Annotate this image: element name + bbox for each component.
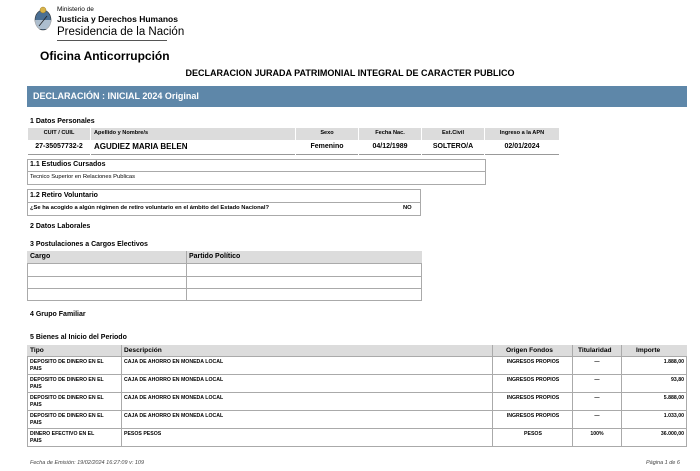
declaration-banner-text: DECLARACIÓN : INICIAL 2024 Original xyxy=(33,91,199,101)
asset-row-1-tipo-cont: PAIS xyxy=(30,366,42,372)
asset-row-5-origen: PESOS xyxy=(524,431,542,437)
studies-value: Tecnico Superior en Relaciones Publicas xyxy=(30,174,136,180)
asset-row-1-importe: 1.888,00 xyxy=(663,359,684,365)
studies-divider xyxy=(27,171,486,172)
asset-row-2-tipo: DEPOSITO DE DINERO EN EL xyxy=(30,377,104,383)
candidacies-col-cargo: Cargo xyxy=(30,253,51,260)
retirement-divider xyxy=(27,202,421,203)
header-name: Apellido y Nombre/s xyxy=(91,128,295,140)
asset-row-4-tipo: DEPOSITO DE DINERO EN EL xyxy=(30,413,104,419)
assets-row-line xyxy=(27,392,687,393)
asset-row-4-origen: INGRESOS PROPIOS xyxy=(506,413,560,419)
footer-emission: Fecha de Emisión: 19/02/2024 16:27:09 v:… xyxy=(30,460,145,466)
header-civil: Est.Civil xyxy=(422,128,484,140)
candidacies-col-partido: Partido Político xyxy=(189,253,241,260)
document-title: DECLARACION JURADA PATRIMONIAL INTEGRAL … xyxy=(185,68,515,78)
value-civil: SOLTERO/A xyxy=(422,140,484,155)
section-personal-title: 1 Datos Personales xyxy=(30,118,95,125)
asset-row-5-titularidad: 100% xyxy=(590,431,604,437)
asset-row-3-descripcion: CAJA DE AHORRO EN MONEDA LOCAL xyxy=(124,395,224,401)
ministry-rule xyxy=(57,40,167,41)
assets-col-importe: Importe xyxy=(636,347,661,354)
retirement-title: 1.2 Retiro Voluntario xyxy=(30,192,98,199)
asset-row-2-titularidad: — xyxy=(594,377,600,383)
office-name: Oficina Anticorrupción xyxy=(40,49,170,63)
header-sex: Sexo xyxy=(296,128,358,140)
header-apn: Ingreso a la APN xyxy=(485,128,559,140)
candidacies-title: 3 Postulaciones a Cargos Electivos xyxy=(30,241,148,248)
asset-row-4-tipo-cont: PAIS xyxy=(30,420,42,426)
asset-row-1-titularidad: — xyxy=(594,359,600,365)
value-birth: 04/12/1989 xyxy=(359,140,421,155)
asset-row-4-titularidad: — xyxy=(594,413,600,419)
assets-col-origen: Origen Fondos xyxy=(506,347,553,354)
value-cuit: 27-35057732-2 xyxy=(28,140,90,155)
ministry-line1: Ministerio de xyxy=(57,6,94,13)
national-emblem-icon xyxy=(34,6,52,31)
asset-row-2-descripcion: CAJA DE AHORRO EN MONEDA LOCAL xyxy=(124,377,224,383)
asset-row-2-importe: 93,80 xyxy=(671,377,684,383)
value-name: AGUDIEZ MARIA BELEN xyxy=(91,140,295,155)
assets-title: 5 Bienes al Inicio del Periodo xyxy=(30,334,127,341)
assets-col-line xyxy=(492,345,493,447)
footer-page: Página 1 de 6 xyxy=(646,460,680,466)
value-apn: 02/01/2024 xyxy=(485,140,559,155)
assets-col-titularidad: Titularidad xyxy=(578,347,612,354)
candidacies-col-line xyxy=(186,251,187,301)
asset-row-2-tipo-cont: PAIS xyxy=(30,384,42,390)
asset-row-3-tipo-cont: PAIS xyxy=(30,402,42,408)
value-sex: Femenino xyxy=(296,140,358,155)
retirement-answer: NO xyxy=(403,205,412,211)
asset-row-1-origen: INGRESOS PROPIOS xyxy=(506,359,560,365)
asset-row-3-origen: INGRESOS PROPIOS xyxy=(506,395,560,401)
assets-row-line xyxy=(27,428,687,429)
asset-row-3-tipo: DEPOSITO DE DINERO EN EL xyxy=(30,395,104,401)
asset-row-4-importe: 1.033,00 xyxy=(663,413,684,419)
studies-title: 1.1 Estudios Cursados xyxy=(30,161,106,168)
retirement-question: ¿Se ha acogido a algún régimen de retiro… xyxy=(30,205,270,211)
header-cuit: CUIT / CUIL xyxy=(28,128,90,140)
asset-row-1-tipo: DEPOSITO DE DINERO EN EL xyxy=(30,359,104,365)
candidacies-row-line xyxy=(27,288,422,289)
labor-title: 2 Datos Laborales xyxy=(30,223,91,230)
asset-row-5-descripcion: PESOS PESOS xyxy=(124,431,162,437)
assets-col-line xyxy=(121,345,122,447)
asset-row-5-importe: 36.000,00 xyxy=(660,431,684,437)
asset-row-1-descripcion: CAJA DE AHORRO EN MONEDA LOCAL xyxy=(124,359,224,365)
candidacies-body xyxy=(27,263,422,301)
candidacies-row-line xyxy=(27,276,422,277)
asset-row-4-descripcion: CAJA DE AHORRO EN MONEDA LOCAL xyxy=(124,413,224,419)
family-title: 4 Grupo Familiar xyxy=(30,311,86,318)
ministry-line3: Presidencia de la Nación xyxy=(57,26,185,38)
assets-row-line xyxy=(27,410,687,411)
assets-row-line xyxy=(27,374,687,375)
asset-row-2-origen: INGRESOS PROPIOS xyxy=(506,377,560,383)
ministry-line2: Justicia y Derechos Humanos xyxy=(57,14,178,24)
asset-row-5-tipo: DINERO EFECTIVO EN EL xyxy=(30,431,95,437)
assets-col-tipo: Tipo xyxy=(30,347,44,354)
header-birth: Fecha Nac. xyxy=(359,128,421,140)
asset-row-3-importe: 5.888,00 xyxy=(663,395,684,401)
asset-row-5-tipo-cont: PAIS xyxy=(30,438,42,444)
asset-row-3-titularidad: — xyxy=(594,395,600,401)
assets-col-descripcion: Descripción xyxy=(124,347,162,354)
